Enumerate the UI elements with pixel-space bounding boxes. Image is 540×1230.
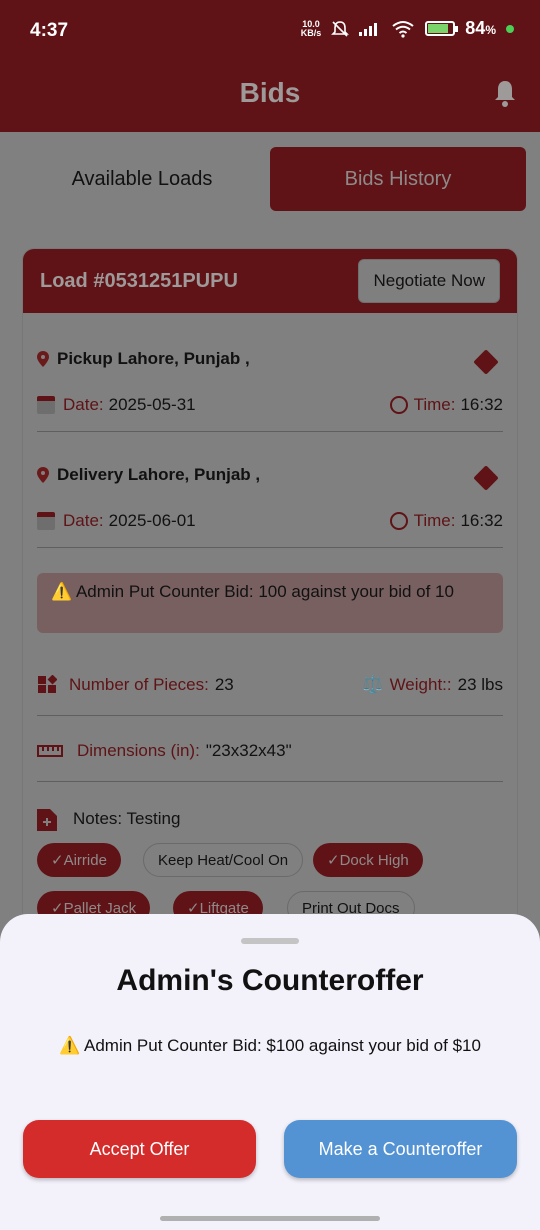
pickup-time: 16:32 <box>460 395 503 414</box>
calendar-icon <box>37 396 55 414</box>
pickup-title: Pickup Lahore, Punjab , <box>57 349 250 368</box>
home-indicator[interactable] <box>160 1216 380 1221</box>
pickup-datetime-row: Date: 2025-05-31 Time: 16:32 <box>37 395 503 415</box>
counteroffer-sheet: Admin's Counteroffer ⚠️ Admin Put Counte… <box>0 914 540 1230</box>
delivery-time: 16:32 <box>460 511 503 530</box>
divider <box>37 781 503 782</box>
location-pin-icon <box>37 467 49 483</box>
chip-keep-heat-cool-on[interactable]: Keep Heat/Cool On <box>143 843 304 877</box>
delivery-title: Delivery Lahore, Punjab , <box>57 465 261 484</box>
mute-icon <box>331 20 350 37</box>
ruler-icon <box>37 745 63 757</box>
alarm-clock-icon <box>389 396 408 414</box>
battery-icon <box>425 21 459 36</box>
load-id: Load #0531251PUPU <box>40 269 238 292</box>
pieces-label: Number of Pieces: <box>69 675 209 694</box>
pickup-date: 2025-05-31 <box>108 395 196 414</box>
warning-icon: ⚠️ <box>51 582 76 601</box>
signal-icon <box>359 22 378 36</box>
pickup-time-label: Time: <box>413 395 456 414</box>
negotiate-button[interactable]: Negotiate Now <box>358 259 500 303</box>
chip-airride[interactable]: ✓ Airride <box>37 843 121 877</box>
divider <box>37 715 503 716</box>
delivery-date-label: Date: <box>63 511 104 530</box>
notes-row: Notes: Testing <box>37 807 503 831</box>
pieces-value: 23 <box>214 675 234 694</box>
location-pin-icon <box>37 351 49 367</box>
sheet-message-text: Admin Put Counter Bid: $100 against your… <box>84 1036 481 1055</box>
note-add-icon <box>37 809 57 831</box>
accept-offer-button[interactable]: Accept Offer <box>23 1120 256 1178</box>
status-time: 4:37 <box>30 20 69 41</box>
delivery-datetime-row: Date: 2025-06-01 Time: 16:32 <box>37 511 503 531</box>
page-title: Bids <box>239 77 301 108</box>
divider <box>37 431 503 432</box>
divider <box>37 547 503 548</box>
wifi-icon <box>392 20 414 38</box>
dimensions-value: "23x32x43" <box>205 741 292 760</box>
pieces-weight-row: Number of Pieces: 23 ⚖️ Weight:: 23 lbs <box>37 675 503 695</box>
battery-level <box>428 24 449 33</box>
load-card-header: Load #0531251PUPU Negotiate Now <box>23 249 517 313</box>
tab-bids-history[interactable]: Bids History <box>270 147 526 211</box>
weight-value: 23 lbs <box>457 675 503 694</box>
battery-percent: 84% <box>465 18 496 38</box>
counter-bid-notice-text: Admin Put Counter Bid: 100 against your … <box>75 582 454 601</box>
drag-handle[interactable] <box>241 938 299 944</box>
make-counteroffer-button[interactable]: Make a Counteroffer <box>284 1120 517 1178</box>
status-icons: 10.0 KB/s 84% <box>301 18 514 39</box>
check-icon: ✓ <box>327 852 340 869</box>
counter-bid-notice: ⚠️ Admin Put Counter Bid: 100 against yo… <box>37 573 503 633</box>
status-bar: 4:37 10.0 KB/s 84% <box>0 0 540 62</box>
alarm-clock-icon <box>389 512 408 530</box>
sheet-title: Admin's Counteroffer <box>116 964 424 997</box>
delivery-time-label: Time: <box>413 511 456 530</box>
bell-icon[interactable] <box>492 78 518 108</box>
warning-icon: ⚠️ <box>59 1036 85 1055</box>
sheet-message: ⚠️ Admin Put Counter Bid: $100 against y… <box>40 1034 500 1057</box>
dimensions-row: Dimensions (in): "23x32x43" <box>37 741 503 761</box>
pickup-row: Pickup Lahore, Punjab , <box>37 349 503 369</box>
tab-available-loads[interactable]: Available Loads <box>14 147 270 211</box>
notes-text: Notes: Testing <box>73 809 181 828</box>
weight-label: Weight:: <box>389 675 452 694</box>
scale-icon: ⚖️ <box>362 675 384 694</box>
delivery-row: Delivery Lahore, Punjab , <box>37 465 503 485</box>
calendar-icon <box>37 512 55 530</box>
chip-dock-high[interactable]: ✓ Dock High <box>313 843 423 877</box>
net-speed: 10.0 KB/s <box>300 18 322 38</box>
delivery-date: 2025-06-01 <box>108 511 196 530</box>
widgets-icon <box>38 675 57 693</box>
app-bar: Bids <box>0 62 540 132</box>
privacy-dot <box>506 24 514 33</box>
dimensions-label: Dimensions (in): <box>77 741 200 760</box>
check-icon: ✓ <box>51 852 64 869</box>
pickup-date-label: Date: <box>63 395 104 414</box>
